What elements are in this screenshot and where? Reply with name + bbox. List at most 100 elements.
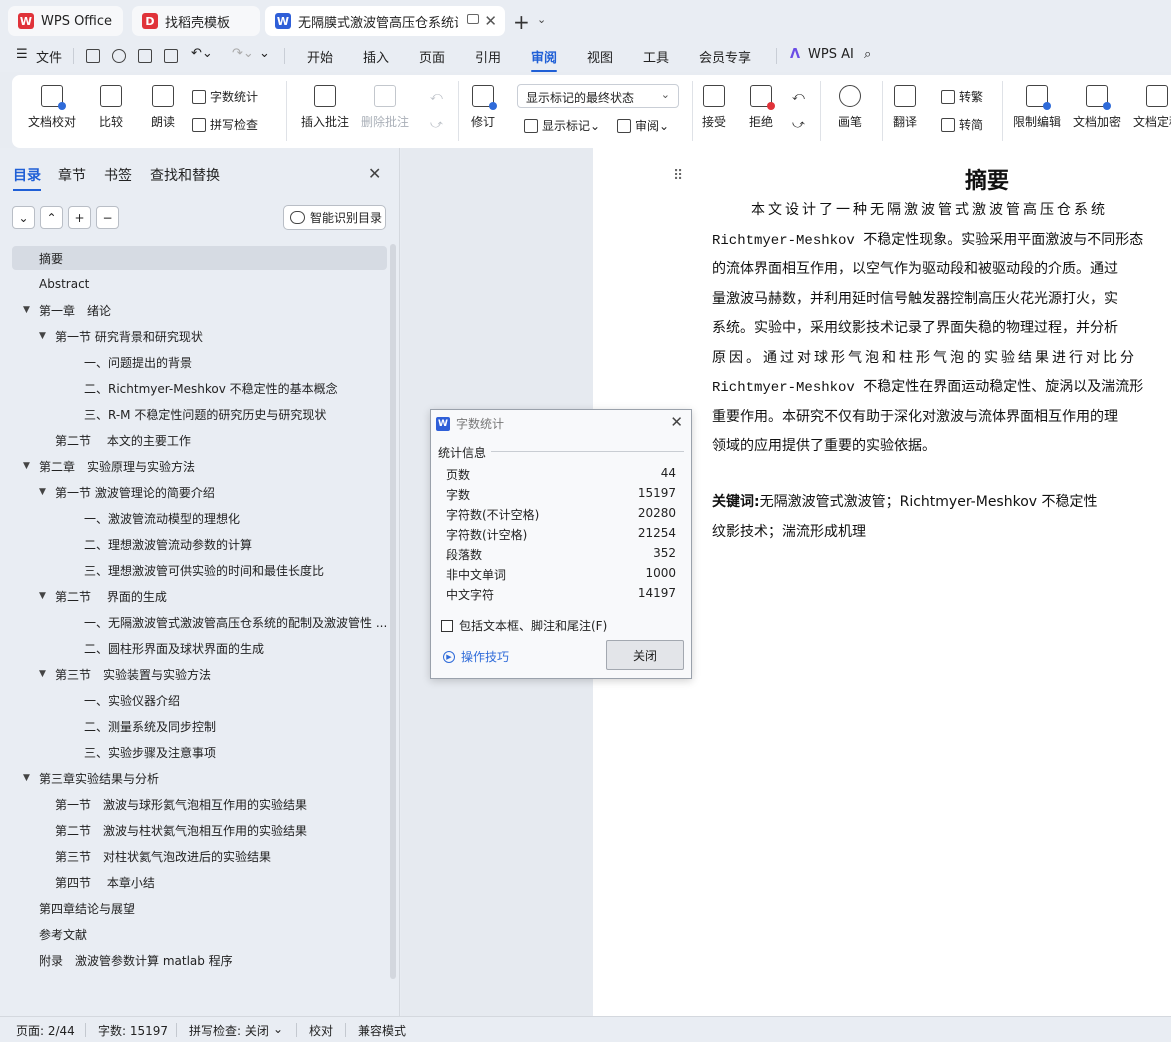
toc-item[interactable]: Abstract [12, 272, 387, 296]
next-change-icon[interactable]: ⤻ [792, 117, 805, 132]
share-icon[interactable] [112, 49, 126, 63]
status-spell-check[interactable]: 拼写检查: 关闭 [189, 1022, 269, 1039]
encrypt-button[interactable]: 文档加密 [1073, 85, 1121, 130]
menu-item-member[interactable]: 会员专享 [699, 47, 751, 66]
tips-link[interactable]: ▶ 操作技巧 [443, 648, 509, 665]
expand-arrow-icon[interactable]: ▼ [23, 773, 30, 783]
expand-arrow-icon[interactable]: ▼ [39, 591, 46, 601]
tab-docer[interactable]: D 找稻壳模板 [132, 6, 260, 36]
close-button[interactable]: 关闭 [606, 640, 684, 670]
status-proof[interactable]: 校对 [309, 1022, 333, 1039]
close-panel-icon[interactable]: ✕ [368, 164, 381, 183]
toc-item[interactable]: 二、理想激波管流动参数的计算 [12, 532, 387, 556]
word-count-button[interactable]: 字数统计 [192, 88, 258, 105]
menu-item-insert[interactable]: 插入 [363, 47, 389, 66]
previous-change-icon[interactable]: ⤺ [792, 89, 805, 104]
next-comment-icon[interactable]: ⤻ [430, 117, 443, 132]
search-icon[interactable]: ⌕ [864, 47, 871, 62]
toc-item[interactable]: 参考文献 [12, 922, 387, 946]
toc-item[interactable]: ▼ 第二章 实验原理与实验方法 [12, 454, 387, 478]
pen-button[interactable]: 画笔 [838, 85, 862, 130]
nav-tab-find-replace[interactable]: 查找和替换 [150, 165, 220, 185]
drag-handle-icon[interactable]: ⠿ [673, 168, 684, 184]
toc-item[interactable]: 摘要 [12, 246, 387, 270]
restrict-edit-button[interactable]: 限制编辑 [1013, 85, 1061, 130]
to-traditional-button[interactable]: 转繁 [941, 88, 983, 105]
toc-item[interactable]: ▼ 第三节 实验装置与实验方法 [12, 662, 387, 686]
collapse-up-icon[interactable]: ⌃ [40, 206, 63, 229]
markup-view-select[interactable]: 显示标记的最终状态 ⌄ [517, 84, 679, 108]
menu-item-review[interactable]: 审阅 [531, 47, 558, 72]
toc-item[interactable]: 第四节 本章小结 [12, 870, 387, 894]
revise-button[interactable]: 修订 [471, 85, 497, 130]
menu-item-wps-ai[interactable]: WPS AI [808, 47, 854, 62]
nav-tab-sections[interactable]: 章节 [58, 165, 86, 185]
menu-item-reference[interactable]: 引用 [475, 47, 501, 66]
menu-file[interactable]: 文件 [36, 47, 62, 66]
expand-arrow-icon[interactable]: ▼ [23, 305, 30, 315]
redo-icon[interactable]: ↷⌄ [232, 46, 254, 61]
finalize-button[interactable]: 文档定稿 [1133, 85, 1171, 130]
tab-document[interactable]: W 无隔膜式激波管高压仓系统设计 ✕ [265, 6, 505, 36]
toc-item[interactable]: 二、Richtmyer-Meshkov 不稳定性的基本概念 [12, 376, 387, 400]
menu-icon[interactable]: ☰ [16, 47, 28, 62]
expand-arrow-icon[interactable]: ▼ [39, 487, 46, 497]
include-textbox-checkbox[interactable]: 包括文本框、脚注和尾注(F) [441, 617, 607, 634]
spell-check-button[interactable]: 拼写检查 [192, 116, 258, 133]
menu-item-tools[interactable]: 工具 [643, 47, 669, 66]
print-icon[interactable] [138, 49, 152, 63]
toc-item[interactable]: ▼ 第一节 研究背景和研究现状 [12, 324, 387, 348]
toc-item[interactable]: 二、圆柱形界面及球状界面的生成 [12, 636, 387, 660]
remove-heading-icon[interactable]: − [96, 206, 119, 229]
toc-item[interactable]: ▼ 第一章 绪论 [12, 298, 387, 322]
nav-tab-toc[interactable]: 目录 [13, 165, 41, 191]
toc-item[interactable]: 一、实验仪器介绍 [12, 688, 387, 712]
toc-item[interactable]: 三、R-M 不稳定性问题的研究历史与研究现状 [12, 402, 387, 426]
doc-proofread-button[interactable]: 文档校对 [28, 85, 76, 130]
checkbox-box[interactable] [441, 619, 453, 632]
save-icon[interactable] [86, 49, 100, 63]
previous-comment-icon[interactable]: ⤺ [430, 89, 443, 104]
collapse-down-icon[interactable]: ⌄ [12, 206, 35, 229]
expand-arrow-icon[interactable]: ▼ [39, 331, 46, 341]
chevron-down-icon[interactable]: ⌄ [273, 1022, 283, 1036]
add-heading-icon[interactable]: + [68, 206, 91, 229]
translate-button[interactable]: 翻译 [893, 85, 917, 130]
show-markup-button[interactable]: 显示标记 ⌄ [524, 117, 600, 134]
nav-tab-bookmarks[interactable]: 书签 [104, 165, 132, 185]
expand-arrow-icon[interactable]: ▼ [23, 461, 30, 471]
delete-comment-button[interactable]: 删除批注 [361, 85, 409, 130]
to-simplified-button[interactable]: 转简 [941, 116, 983, 133]
toc-item[interactable]: 第二节 本文的主要工作 [12, 428, 387, 452]
review-pane-button[interactable]: 审阅 ⌄ [617, 117, 669, 134]
toc-item[interactable]: 一、激波管流动模型的理想化 [12, 506, 387, 530]
toc-item[interactable]: 第四章结论与展望 [12, 896, 387, 920]
toc-item[interactable]: ▼ 第二节 界面的生成 [12, 584, 387, 608]
close-tab-icon[interactable]: ✕ [484, 12, 497, 30]
menu-item-page[interactable]: 页面 [419, 47, 445, 66]
menu-item-start[interactable]: 开始 [307, 47, 333, 66]
toc-item[interactable]: 一、无隔激波管式激波管高压仓系统的配制及激波管性 ... [12, 610, 387, 634]
accept-button[interactable]: 接受 [702, 85, 726, 130]
tab-wps-office[interactable]: W WPS Office [8, 6, 123, 36]
toc-item[interactable]: ▼ 第一节 激波管理论的简要介绍 [12, 480, 387, 504]
toc-item[interactable]: 一、问题提出的背景 [12, 350, 387, 374]
menu-item-view[interactable]: 视图 [587, 47, 613, 66]
reject-button[interactable]: 拒绝 [749, 85, 775, 130]
insert-comment-button[interactable]: 插入批注 [301, 85, 349, 130]
toc-item[interactable]: 三、理想激波管可供实验的时间和最佳长度比 [12, 558, 387, 582]
read-aloud-button[interactable]: 朗读 [151, 85, 175, 130]
new-tab-icon[interactable]: + [513, 10, 530, 34]
print-preview-icon[interactable] [164, 49, 178, 63]
status-word-count[interactable]: 字数: 15197 [98, 1022, 168, 1039]
chevron-down-icon[interactable]: ⌄ [537, 13, 546, 26]
toc-item[interactable]: 三、实验步骤及注意事项 [12, 740, 387, 764]
toc-item[interactable]: ▼ 第三章实验结果与分析 [12, 766, 387, 790]
close-icon[interactable]: ✕ [670, 413, 683, 431]
window-icon[interactable] [467, 14, 479, 24]
quick-access-dropdown-icon[interactable]: ⌄ [259, 46, 270, 61]
status-page[interactable]: 页面: 2/44 [16, 1022, 75, 1039]
toc-item[interactable]: 二、测量系统及同步控制 [12, 714, 387, 738]
toc-scrollbar[interactable] [390, 244, 396, 979]
toc-item[interactable]: 第一节 激波与球形氦气泡相互作用的实验结果 [12, 792, 387, 816]
